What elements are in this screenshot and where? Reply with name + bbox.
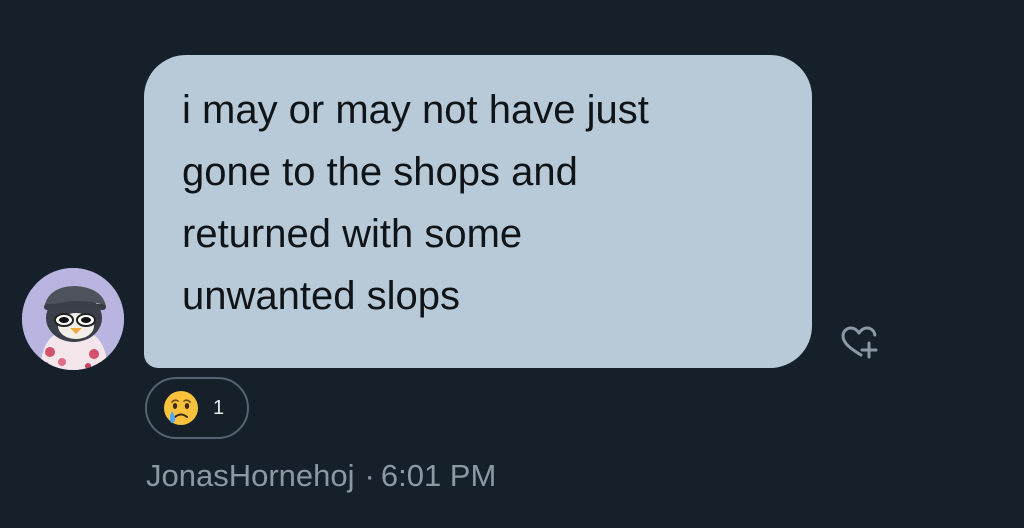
add-reaction-button[interactable] (832, 320, 886, 366)
message-text: i may or may not have just gone to the s… (182, 88, 649, 318)
message-timestamp: 6:01 PM (380, 458, 497, 493)
penguin-avatar-icon (22, 268, 124, 370)
reaction-count: 1 (213, 396, 225, 419)
message-meta: JonasHornehoj · 6:01 PM (146, 458, 496, 494)
meta-separator: · (364, 458, 375, 493)
crying-face-icon (164, 391, 198, 425)
sender-username[interactable]: JonasHornehoj (146, 458, 355, 493)
sender-avatar[interactable] (22, 268, 124, 370)
reaction-pill[interactable]: 1 (145, 377, 249, 439)
heart-plus-icon (841, 326, 878, 359)
message-bubble[interactable]: i may or may not have just gone to the s… (144, 55, 812, 368)
